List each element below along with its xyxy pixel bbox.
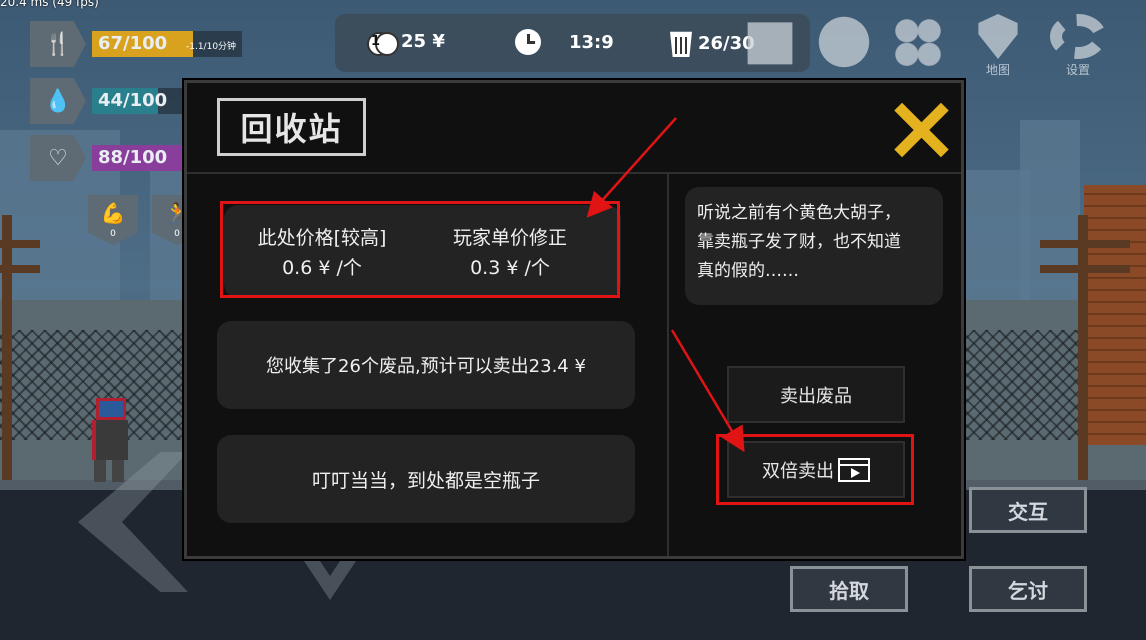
clock-icon (515, 29, 541, 55)
skills-icon (890, 14, 946, 70)
dialog-title: 回收站 (217, 98, 366, 156)
double-sell-button[interactable]: 双倍卖出 (727, 441, 905, 498)
health-value: 88/100 (98, 147, 168, 168)
money-display: 1 25 ¥ (367, 31, 445, 56)
player-price-label: 玩家单价修正 (452, 227, 567, 249)
fps-counter: 20.4 ms (49 fps) (0, 0, 99, 9)
time-value: 13:9 (569, 31, 614, 53)
player-price-modifier: 玩家单价修正 0.3 ¥ /个 (420, 223, 600, 283)
divider (667, 172, 669, 556)
flavor-tip: 叮叮当当，到处都是空瓶子 (217, 435, 635, 523)
water-value: 44/100 (98, 90, 168, 111)
close-icon[interactable] (893, 101, 949, 157)
map-pin-icon (978, 14, 1018, 59)
collection-summary: 您收集了26个废品,预计可以卖出23.4 ¥ (217, 321, 635, 409)
money-value: 25 ¥ (401, 31, 445, 52)
person-icon (818, 16, 870, 68)
player-price-value: 0.3 ¥ /个 (470, 257, 550, 279)
character-menu[interactable] (812, 14, 876, 78)
sell-junk-label: 卖出废品 (780, 385, 852, 407)
backpack-menu[interactable] (738, 14, 802, 78)
map-menu[interactable]: 地图 (966, 14, 1030, 78)
settings-label: 设置 (1065, 63, 1090, 77)
settings-menu[interactable]: 设置 (1046, 14, 1110, 78)
backpack-icon (747, 22, 793, 65)
divider (187, 172, 961, 174)
interact-button[interactable]: 交互 (969, 487, 1087, 533)
local-price-label: 此处价格[较高] (257, 227, 387, 249)
trash-bin-icon (670, 31, 692, 57)
video-ad-icon (838, 457, 870, 482)
fork-knife-icon: 🍴 (30, 21, 86, 67)
hunger-value: 67/100 (98, 33, 168, 54)
local-price-value: 0.6 ¥ /个 (282, 257, 362, 279)
local-price: 此处价格[较高] 0.6 ¥ /个 (232, 223, 412, 283)
price-panel: 此处价格[较高] 0.6 ¥ /个 玩家单价修正 0.3 ¥ /个 (224, 205, 621, 298)
skills-menu[interactable] (886, 14, 950, 78)
muscle-icon: 💪 (100, 201, 126, 225)
player-character (88, 398, 132, 482)
recycle-station-dialog: 回收站 此处价格[较高] 0.6 ¥ /个 玩家单价修正 0.3 ¥ /个 您收… (184, 80, 964, 559)
heartbeat-icon: ♡ (30, 135, 86, 181)
water-drop-icon: 💧 (30, 78, 86, 124)
pickup-button[interactable]: 拾取 (790, 566, 908, 612)
coin-icon: 1 (367, 31, 399, 56)
story-text: 听说之前有个黄色大胡子， 靠卖瓶子发了财，也不知道 真的假的…… (685, 187, 943, 305)
sell-junk-button[interactable]: 卖出废品 (727, 366, 905, 423)
beg-button[interactable]: 乞讨 (969, 566, 1087, 612)
clock-display: 13:9 (515, 29, 614, 55)
hunger-stat: 🍴 67/100 -1.1/10分钟 (30, 21, 242, 67)
map-label: 地图 (985, 63, 1010, 77)
hunger-rate: -1.1/10分钟 (186, 42, 237, 52)
double-sell-label: 双倍卖出 (762, 460, 834, 482)
hunger-bar: 67/100 -1.1/10分钟 (92, 31, 242, 57)
gear-icon (1050, 14, 1106, 59)
